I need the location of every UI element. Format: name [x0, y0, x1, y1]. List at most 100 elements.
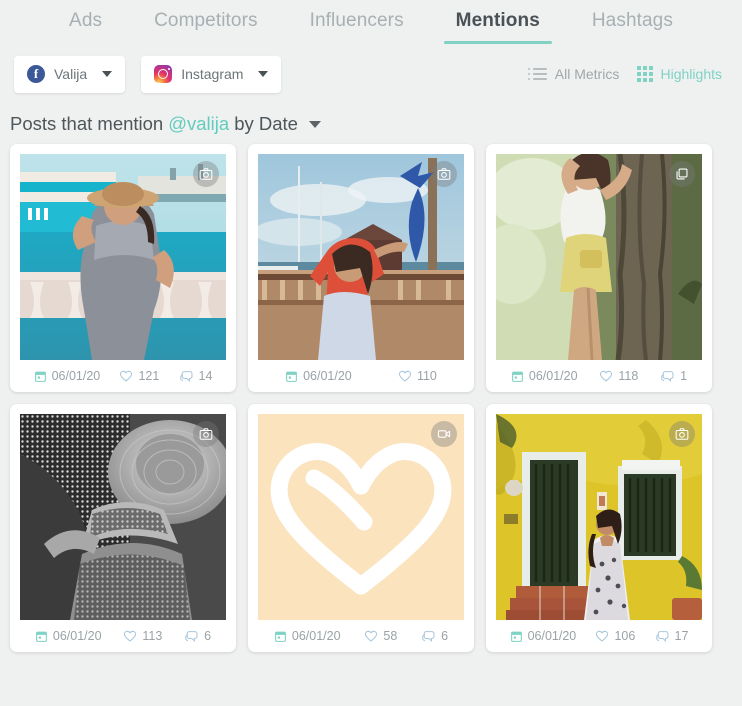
- tab-influencers[interactable]: Influencers: [284, 8, 430, 44]
- post-stats: 06/01/20 106 17: [496, 620, 702, 652]
- comment-icon: [179, 370, 192, 382]
- post-likes: 121: [119, 369, 159, 383]
- post-thumbnail[interactable]: [258, 154, 464, 360]
- post-date: 06/01/20: [285, 369, 352, 383]
- network-filter-label: Instagram: [181, 66, 244, 82]
- highlights-label: Highlights: [660, 66, 722, 82]
- tab-label: Mentions: [455, 10, 540, 31]
- network-filter-dropdown[interactable]: Instagram: [141, 55, 282, 93]
- heart-icon: [124, 630, 137, 642]
- list-icon: [527, 67, 547, 81]
- post-likes: 106: [595, 629, 635, 643]
- media-type-badge-video: [431, 421, 457, 447]
- post-likes: 113: [123, 629, 162, 643]
- camera-icon: [199, 168, 213, 180]
- post-card[interactable]: 06/01/20 121 14: [10, 144, 236, 392]
- calendar-icon: [34, 371, 46, 382]
- posts-grid: 06/01/20 121 14 06/01/20 110 06/01/20 11…: [0, 140, 742, 652]
- tab-ads[interactable]: Ads: [43, 8, 128, 44]
- post-stats: 06/01/20 58 6: [258, 620, 464, 652]
- post-thumbnail[interactable]: [496, 414, 702, 620]
- post-date: 06/01/20: [274, 629, 341, 643]
- post-date-value: 06/01/20: [303, 369, 352, 383]
- filter-bar: f Valija Instagram All Metrics Highlight…: [0, 46, 742, 102]
- post-card[interactable]: 06/01/20 110: [248, 144, 474, 392]
- chevron-down-icon: [258, 71, 269, 77]
- post-thumbnail[interactable]: [496, 154, 702, 360]
- post-image: [20, 414, 226, 620]
- post-comments-value: 14: [198, 369, 213, 383]
- post-comments: 6: [421, 629, 448, 644]
- account-filter-label: Valija: [54, 66, 88, 82]
- video-icon: [437, 430, 451, 438]
- post-comments: 17: [655, 629, 689, 644]
- media-type-badge-photo: [669, 421, 695, 447]
- post-card[interactable]: 06/01/20 118 1: [486, 144, 712, 392]
- camera-icon: [199, 428, 213, 440]
- post-date-value: 06/01/20: [291, 629, 341, 643]
- post-likes-value: 113: [142, 629, 163, 643]
- page-title-suffix: by Date: [234, 113, 298, 134]
- tab-label: Hashtags: [591, 10, 673, 31]
- facebook-icon: f: [27, 65, 45, 83]
- post-comments: 1: [660, 369, 687, 384]
- camera-icon: [675, 428, 689, 440]
- post-likes-value: 121: [138, 369, 160, 383]
- calendar-icon: [35, 631, 47, 642]
- heart-icon: [596, 630, 609, 642]
- post-likes-value: 118: [618, 369, 639, 383]
- post-comments: 6: [184, 629, 211, 644]
- post-image: [258, 154, 464, 360]
- post-date-value: 06/01/20: [51, 369, 101, 383]
- page-title-handle: @valija: [168, 113, 230, 134]
- post-comments-value: 6: [204, 629, 212, 643]
- main-tabs: Ads Competitors Influencers Mentions Has…: [0, 0, 742, 46]
- calendar-icon: [510, 631, 522, 642]
- post-card[interactable]: 06/01/20 58 6: [248, 404, 474, 652]
- carousel-icon: [676, 168, 688, 180]
- media-type-badge-photo: [193, 421, 219, 447]
- post-image: [258, 414, 464, 620]
- post-comments-value: 1: [680, 369, 688, 383]
- post-date: 06/01/20: [35, 629, 102, 643]
- camera-icon: [437, 168, 451, 180]
- comment-icon: [655, 630, 668, 642]
- tab-competitors[interactable]: Competitors: [128, 8, 284, 44]
- post-date-value: 06/01/20: [527, 629, 577, 643]
- post-likes-value: 106: [614, 629, 636, 643]
- post-stats: 06/01/20 110: [258, 360, 464, 392]
- post-likes-value: 58: [383, 629, 398, 643]
- post-stats: 06/01/20 113 6: [20, 620, 226, 652]
- chevron-down-icon[interactable]: [308, 120, 321, 128]
- post-stats: 06/01/20 118 1: [496, 360, 702, 392]
- page-title: Posts that mention @valija by Date: [0, 102, 742, 140]
- heart-icon: [398, 370, 412, 382]
- post-date: 06/01/20: [511, 369, 578, 383]
- tab-mentions[interactable]: Mentions: [430, 8, 566, 44]
- post-comments-value: 6: [441, 629, 449, 643]
- tab-label: Competitors: [154, 10, 258, 31]
- account-filter-dropdown[interactable]: f Valija: [14, 55, 126, 93]
- comment-icon: [661, 370, 674, 382]
- calendar-icon: [274, 631, 286, 642]
- post-likes: 118: [599, 369, 638, 383]
- post-comments: 14: [179, 369, 213, 384]
- post-thumbnail[interactable]: [258, 414, 464, 620]
- post-comments-value: 17: [674, 629, 689, 643]
- instagram-icon: [154, 65, 173, 83]
- post-thumbnail[interactable]: [20, 154, 226, 360]
- heart-icon: [365, 630, 378, 642]
- metrics-view-switch: All Metrics Highlights: [527, 66, 728, 82]
- post-likes-value: 110: [416, 369, 437, 383]
- post-likes: 58: [364, 629, 397, 643]
- post-card[interactable]: 06/01/20 106 17: [486, 404, 712, 652]
- post-image: [496, 154, 702, 360]
- tab-hashtags[interactable]: Hashtags: [566, 8, 699, 44]
- post-date-value: 06/01/20: [52, 629, 102, 643]
- all-metrics-label: All Metrics: [554, 66, 620, 82]
- post-card[interactable]: 06/01/20 113 6: [10, 404, 236, 652]
- post-thumbnail[interactable]: [20, 414, 226, 620]
- all-metrics-toggle[interactable]: All Metrics: [527, 66, 620, 82]
- highlights-toggle[interactable]: Highlights: [637, 66, 722, 82]
- chevron-down-icon: [102, 71, 113, 77]
